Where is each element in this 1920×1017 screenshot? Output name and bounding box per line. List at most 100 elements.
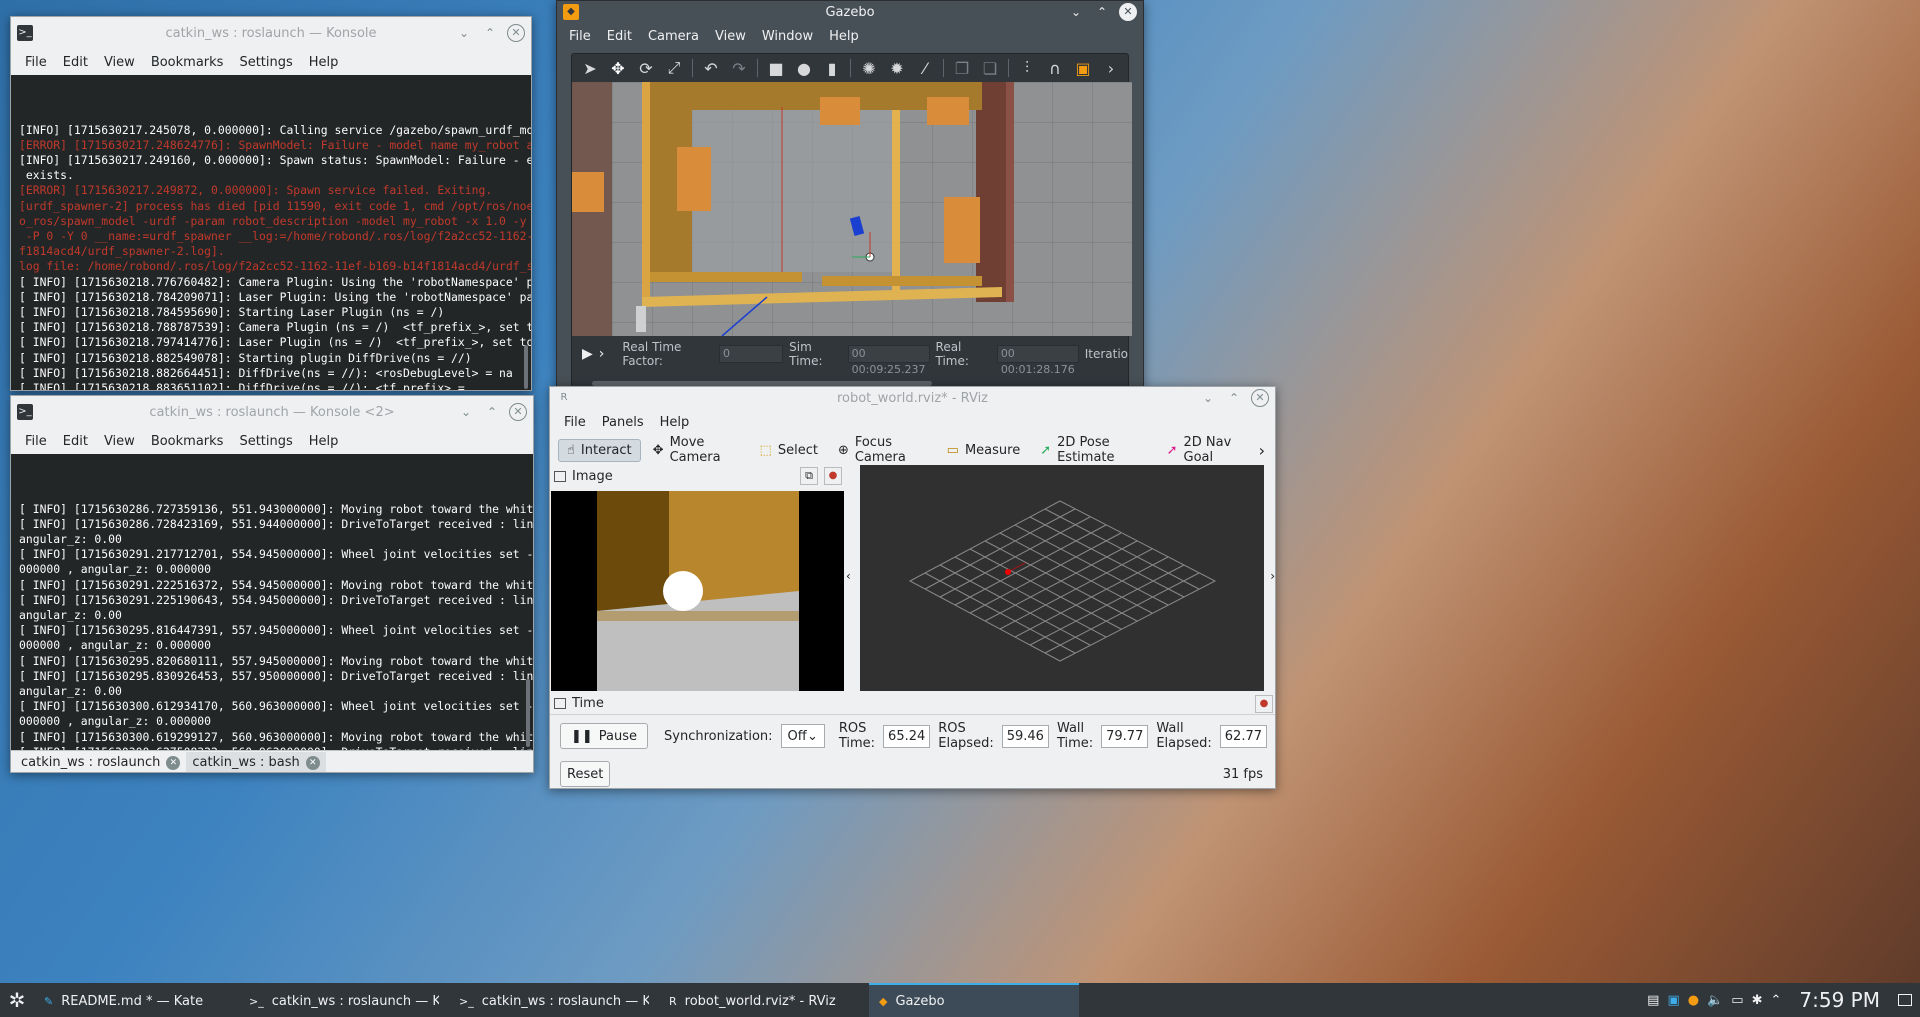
menu-view[interactable]: View	[707, 29, 754, 44]
panel-close-icon[interactable]: ●	[824, 467, 842, 485]
menu-bookmarks[interactable]: Bookmarks	[143, 55, 232, 70]
directional-light-icon[interactable]: ⁄	[915, 59, 935, 78]
menu-file[interactable]: File	[556, 415, 594, 430]
menu-window[interactable]: Window	[754, 29, 821, 44]
align-icon[interactable]: ⫶	[1017, 58, 1037, 78]
image-panel-header[interactable]: Image ⧉ ●	[550, 465, 846, 487]
box-shape-icon[interactable]: ■	[766, 59, 786, 78]
menu-help[interactable]: Help	[301, 434, 347, 449]
panel-close-icon[interactable]: ●	[1255, 695, 1273, 713]
menu-file[interactable]: File	[561, 29, 599, 44]
maximize-icon[interactable]: ⌃	[481, 24, 499, 42]
menu-bookmarks[interactable]: Bookmarks	[143, 434, 232, 449]
tool-2d-pose-estimate[interactable]: ➚ 2D Pose Estimate	[1032, 432, 1154, 468]
menu-edit[interactable]: Edit	[55, 434, 96, 449]
spot-light-icon[interactable]: ✹	[887, 59, 907, 78]
select-arrow-icon[interactable]: ➤	[580, 59, 600, 78]
minimize-icon[interactable]: ⌄	[457, 403, 475, 421]
menu-settings[interactable]: Settings	[231, 55, 300, 70]
minimize-icon[interactable]: ⌄	[1199, 389, 1217, 407]
task-3[interactable]: Rrobot_world.rviz* - RViz	[659, 983, 869, 1017]
task-1[interactable]: >_ catkin_ws : roslaunch — Konsole	[239, 983, 449, 1017]
cylinder-shape-icon[interactable]: ▮	[822, 59, 842, 78]
updates-icon[interactable]: ▣	[1667, 993, 1679, 1008]
menu-edit[interactable]: Edit	[55, 55, 96, 70]
clock[interactable]: 7:59 PM	[1789, 988, 1890, 1012]
rviz-3d-render[interactable]	[860, 465, 1264, 691]
app-launcher-icon[interactable]: ✲	[0, 988, 34, 1012]
menu-help[interactable]: Help	[652, 415, 698, 430]
terminal-output-2[interactable]: [ INFO] [1715630286.727359136, 551.94300…	[11, 454, 533, 750]
rviz-titlebar[interactable]: R robot_world.rviz* - RViz ⌄ ⌃ ✕	[550, 387, 1275, 409]
volume-icon[interactable]: 🔈	[1707, 993, 1723, 1008]
paste-icon[interactable]: ❏	[980, 59, 1000, 78]
tab-close-icon[interactable]: ✕	[166, 755, 181, 770]
toolbar-more-icon[interactable]: ›	[1101, 59, 1121, 78]
menu-help[interactable]: Help	[301, 55, 347, 70]
tool-move-camera[interactable]: ✥ Move Camera	[645, 432, 748, 468]
ros-elapsed-field[interactable]: 59.46	[1001, 724, 1049, 748]
notifications-icon[interactable]: ●	[1688, 993, 1699, 1008]
close-icon[interactable]: ✕	[1251, 389, 1269, 407]
scale-icon[interactable]: ⤢	[664, 58, 684, 78]
maximize-icon[interactable]: ⌃	[483, 403, 501, 421]
konsole-1-titlebar[interactable]: >_ catkin_ws : roslaunch — Konsole ⌄ ⌃ ✕	[11, 17, 531, 49]
bluetooth-icon[interactable]: ✱	[1752, 993, 1763, 1008]
maximize-icon[interactable]: ⌃	[1093, 3, 1111, 21]
collapse-left-icon[interactable]: ‹	[846, 569, 851, 583]
tab-roslaunch[interactable]: catkin_ws : roslaunch ✕	[15, 752, 186, 773]
snap-icon[interactable]: ∩	[1045, 59, 1065, 78]
undock-icon[interactable]: ⧉	[800, 467, 818, 485]
menu-settings[interactable]: Settings	[231, 434, 300, 449]
close-icon[interactable]: ✕	[507, 24, 525, 42]
tab-close-icon[interactable]: ✕	[305, 755, 320, 770]
ros-time-field[interactable]: 65.24	[883, 724, 931, 748]
redo-icon[interactable]: ↷	[729, 59, 749, 78]
menu-edit[interactable]: Edit	[599, 29, 640, 44]
time-panel-header[interactable]: Time ●	[550, 693, 1275, 715]
copy-icon[interactable]: ❐	[952, 59, 972, 78]
sphere-shape-icon[interactable]: ●	[794, 59, 814, 78]
step-icon[interactable]: ›	[599, 346, 605, 362]
tool-interact[interactable]: ☝ Interact	[558, 438, 641, 462]
menu-view[interactable]: View	[96, 55, 143, 70]
tool-focus-camera[interactable]: ⊕ Focus Camera	[830, 432, 935, 468]
reset-button[interactable]: Reset	[560, 761, 611, 787]
sync-select[interactable]: Off ⌄	[780, 724, 825, 748]
scrollbar[interactable]	[524, 345, 528, 389]
clipboard-icon[interactable]: ▤	[1647, 993, 1659, 1008]
undo-icon[interactable]: ↶	[701, 59, 721, 78]
gazebo-3d-viewport[interactable]	[572, 82, 1132, 336]
menu-view[interactable]: View	[96, 434, 143, 449]
wall-elapsed-field[interactable]: 62.77	[1219, 724, 1267, 748]
task-4[interactable]: ◆ Gazebo	[869, 983, 1079, 1017]
maximize-icon[interactable]: ⌃	[1225, 389, 1243, 407]
tool-select[interactable]: ⬚ Select	[752, 440, 826, 461]
minimize-icon[interactable]: ⌄	[455, 24, 473, 42]
menu-camera[interactable]: Camera	[640, 29, 707, 44]
close-icon[interactable]: ✕	[509, 403, 527, 421]
konsole-2-titlebar[interactable]: >_ catkin_ws : roslaunch — Konsole <2> ⌄…	[11, 396, 533, 428]
menu-help[interactable]: Help	[821, 29, 867, 44]
view-angle-icon[interactable]: ▣	[1073, 59, 1093, 78]
translate-icon[interactable]: ✥	[608, 59, 628, 78]
minimize-icon[interactable]: ⌄	[1067, 3, 1085, 21]
task-2[interactable]: >_ catkin_ws : roslaunch — Konsole <...	[449, 983, 659, 1017]
menu-file[interactable]: File	[17, 434, 55, 449]
network-icon[interactable]: ▭	[1731, 993, 1743, 1008]
3d-view-panel[interactable]: ‹ ›	[846, 465, 1275, 691]
gazebo-titlebar[interactable]: ◆ Gazebo ⌄ ⌃ ✕	[557, 1, 1143, 23]
rotate-icon[interactable]: ⟳	[636, 59, 656, 78]
task-0[interactable]: ✎ README.md * — Kate	[34, 983, 239, 1017]
tool-measure[interactable]: ▭ Measure	[939, 440, 1029, 461]
scrollbar[interactable]	[526, 679, 530, 747]
close-icon[interactable]: ✕	[1119, 3, 1137, 21]
collapse-right-icon[interactable]: ›	[1270, 569, 1275, 583]
terminal-output-1[interactable]: [INFO] [1715630217.245078, 0.000000]: Ca…	[11, 75, 531, 390]
wall-time-field[interactable]: 79.77	[1101, 724, 1149, 748]
tab-bash[interactable]: catkin_ws : bash ✕	[186, 751, 326, 772]
tray-expand-icon[interactable]: ⌃	[1771, 993, 1782, 1008]
menu-file[interactable]: File	[17, 55, 55, 70]
show-desktop-icon[interactable]	[1898, 994, 1912, 1006]
point-light-icon[interactable]: ✺	[859, 59, 879, 78]
